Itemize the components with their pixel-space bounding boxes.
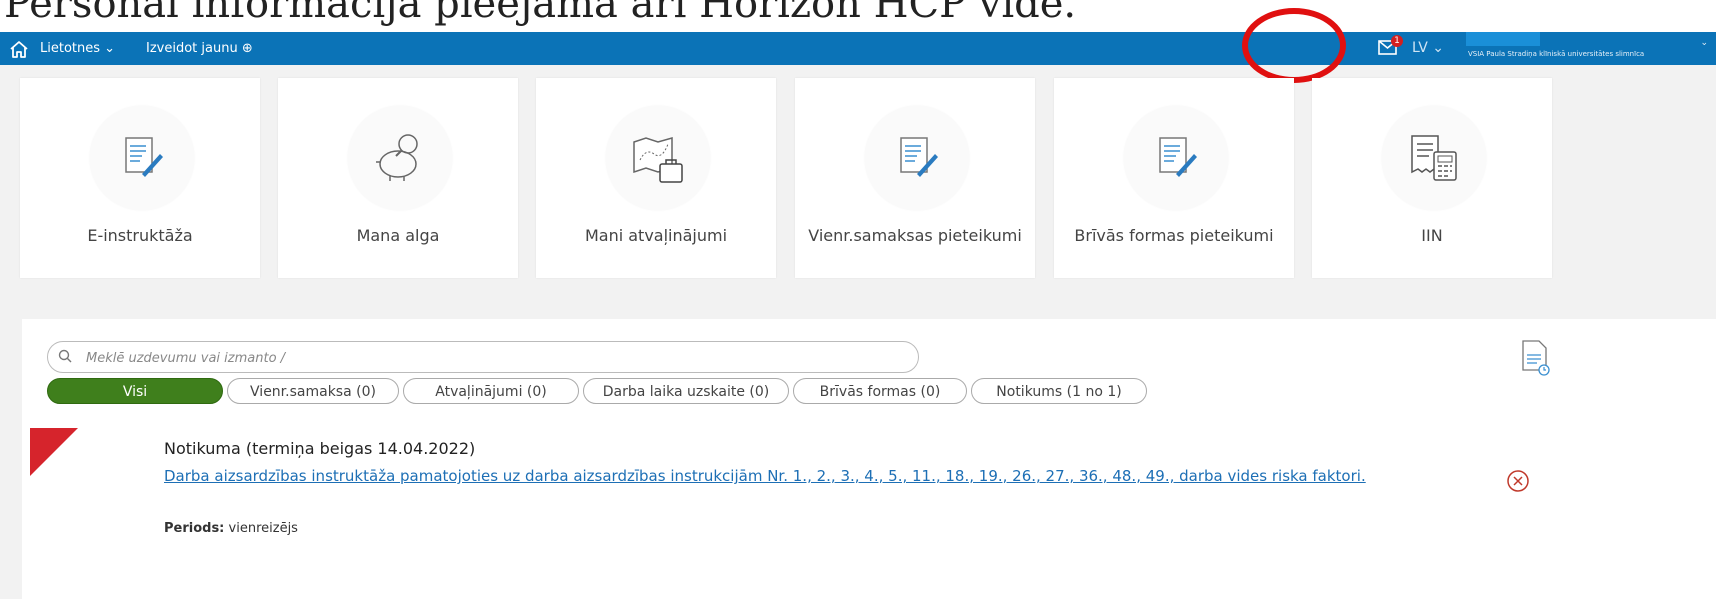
filter-vienr-samaksa[interactable]: Vienr.samaksa (0) [227, 378, 399, 404]
search-box[interactable] [47, 341, 919, 373]
tile-label: Mana alga [356, 226, 440, 245]
organization-logo [1466, 32, 1540, 46]
tile-mana-alga[interactable]: Mana alga [278, 78, 518, 278]
inbox-button[interactable]: 1 [1377, 35, 1403, 59]
document-history-icon[interactable] [1520, 337, 1550, 377]
filter-darba-laika-uzskaite[interactable]: Darba laika uzskaite (0) [583, 378, 789, 404]
filter-atvalinajumi[interactable]: Atvaļinājumi (0) [403, 378, 579, 404]
document-heading: Personal informācija pieejama arī Horizo… [0, 0, 1716, 32]
tasks-panel: Visi Vienr.samaksa (0) Atvaļinājumi (0) … [22, 319, 1716, 599]
tile-vienr-samaksas-pieteikumi[interactable]: Vienr.samaksas pieteikumi [795, 78, 1035, 278]
tile-iin[interactable]: IIN [1312, 78, 1552, 278]
search-input[interactable] [84, 346, 888, 370]
task-link[interactable]: Darba aizsardzības instruktāža pamatojot… [164, 465, 1404, 488]
piggy-bank-icon [348, 106, 452, 210]
task-period-value: vienreizējs [228, 521, 298, 536]
task-period-label: Periods: [164, 521, 225, 536]
filter-brivas-formas[interactable]: Brīvās formas (0) [793, 378, 967, 404]
receipt-calculator-icon [1382, 106, 1486, 210]
apps-menu[interactable]: Lietotnes ⌄ [40, 41, 115, 56]
task-period: Periods: vienreizējs [164, 521, 298, 536]
language-selector[interactable]: LV ⌄ [1412, 40, 1444, 56]
document-edit-icon [90, 106, 194, 210]
document-edit-icon [865, 106, 969, 210]
tile-label: E-instruktāža [87, 226, 193, 245]
filter-all[interactable]: Visi [47, 378, 223, 404]
tile-label: Brīvās formas pieteikumi [1074, 226, 1274, 245]
tile-label: Mani atvaļinājumi [584, 226, 728, 245]
close-icon[interactable] [1506, 469, 1530, 493]
organization-name: VSIA Paula Stradiņa klīniskā universitāt… [1468, 50, 1645, 58]
document-edit-icon [1124, 106, 1228, 210]
tile-label: Vienr.samaksas pieteikumi [808, 226, 1022, 245]
task-priority-flag [30, 428, 78, 476]
mail-count-badge: 1 [1391, 35, 1403, 47]
travel-map-icon [606, 106, 710, 210]
chevron-down-icon: ⌄ [1700, 38, 1708, 48]
search-icon [58, 349, 72, 363]
top-navigation-bar: Lietotnes ⌄ Izveidot jaunu ⊕ 1 LV ⌄ VSIA… [0, 32, 1716, 65]
task-title: Notikuma (termiņa beigas 14.04.2022) [164, 439, 476, 458]
tile-e-instruktaza[interactable]: E-instruktāža [20, 78, 260, 278]
create-new-menu[interactable]: Izveidot jaunu ⊕ [146, 41, 253, 56]
tile-brivas-formas-pieteikumi[interactable]: Brīvās formas pieteikumi [1054, 78, 1294, 278]
organization-selector[interactable]: VSIA Paula Stradiņa klīniskā universitāt… [1458, 32, 1710, 65]
tile-mani-atvalinajumi[interactable]: Mani atvaļinājumi [536, 78, 776, 278]
tile-label: IIN [1421, 226, 1443, 245]
filter-notikums[interactable]: Notikums (1 no 1) [971, 378, 1147, 404]
home-icon[interactable] [8, 38, 30, 60]
